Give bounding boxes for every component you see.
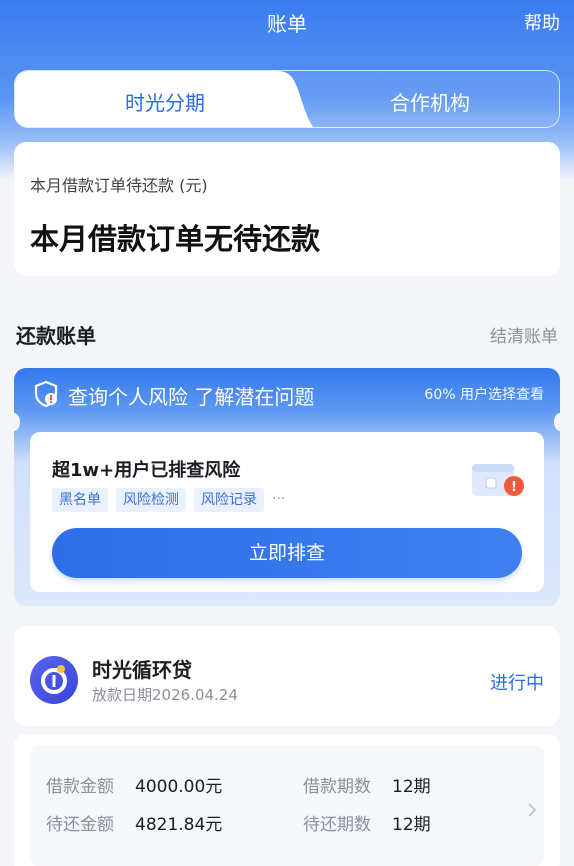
loan-detail-card[interactable]: 借款金额 4000.00元 借款期数 12期 待还金额 4821.84元 待还期…	[14, 734, 560, 866]
due-periods-value: 12期	[392, 815, 431, 835]
loan-periods-value: 12期	[392, 777, 431, 797]
settled-bills-link[interactable]: 结清账单	[490, 322, 558, 347]
monthly-due-value: 本月借款订单无待还款	[30, 222, 321, 256]
nav-bar: 账单 帮助	[0, 0, 574, 44]
due-amount-label: 待还金额	[46, 815, 114, 835]
card-notch-right	[554, 413, 566, 431]
tag-more: ···	[272, 491, 286, 507]
loan-product-name: 时光循环贷	[92, 658, 192, 682]
tab-bar: 时光分期 合作机构	[14, 70, 560, 128]
risk-report-icon: !	[472, 464, 524, 496]
loan-amount-label: 借款金额	[46, 777, 114, 797]
loan-amount-value: 4000.00元	[135, 777, 223, 797]
risk-header-note: 60% 用户选择查看	[424, 387, 544, 403]
tab-shiguang-fenqi[interactable]: 时光分期	[15, 71, 315, 127]
loan-disbursement-date: 放款日期2026.04.24	[92, 686, 238, 704]
svg-text:!: !	[511, 480, 517, 495]
loan-status: 进行中	[490, 673, 544, 694]
risk-header-text: 查询个人风险 了解潜在问题	[68, 385, 315, 409]
loan-detail-panel: 借款金额 4000.00元 借款期数 12期 待还金额 4821.84元 待还期…	[30, 746, 544, 866]
monthly-due-label: 本月借款订单待还款 (元)	[30, 176, 208, 195]
tag-risk-record: 风险记录	[194, 488, 264, 512]
card-notch-left	[8, 413, 20, 431]
due-periods-label: 待还期数	[303, 815, 371, 835]
tab-label-active: 时光分期	[125, 91, 205, 115]
risk-tags: 黑名单 风险检测 风险记录 ···	[52, 488, 285, 514]
tag-blacklist: 黑名单	[52, 488, 108, 512]
tab-partner-institutions[interactable]: 合作机构	[315, 71, 559, 127]
loan-order-card[interactable]: 时光循环贷 放款日期2026.04.24 进行中	[14, 626, 560, 726]
loan-periods-label: 借款期数	[303, 777, 371, 797]
page-title: 账单	[267, 12, 307, 36]
risk-check-inner-card: 超1w+用户已排查风险 黑名单 风险检测 风险记录 ··· ! 立即排查	[30, 432, 544, 592]
brand-logo-icon	[30, 656, 78, 704]
monthly-due-card: 本月借款订单待还款 (元) 本月借款订单无待还款	[14, 142, 560, 276]
help-link[interactable]: 帮助	[524, 9, 560, 35]
tab-label-inactive: 合作机构	[390, 91, 470, 115]
check-now-button[interactable]: 立即排查	[52, 528, 522, 578]
section-title-repayment-bills: 还款账单	[16, 324, 96, 348]
shield-alert-icon	[34, 380, 58, 408]
risk-check-title: 超1w+用户已排查风险	[52, 460, 241, 481]
due-amount-value: 4821.84元	[135, 815, 223, 835]
tag-risk-detection: 风险检测	[116, 488, 186, 512]
chevron-right-icon	[528, 803, 537, 817]
